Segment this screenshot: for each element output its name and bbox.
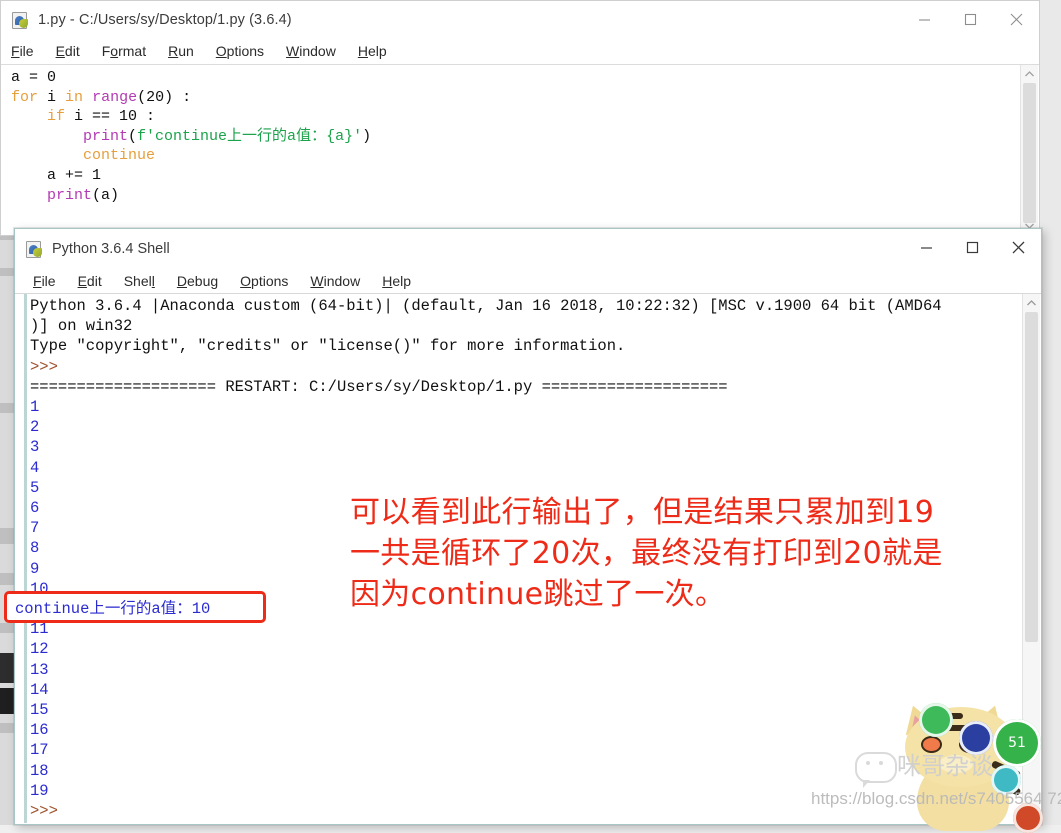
maximize-icon[interactable] xyxy=(949,229,995,266)
highlighted-output-text: continue上一行的a值：10 xyxy=(15,600,211,618)
code-line-6: a += 1 xyxy=(11,166,102,184)
minimize-icon[interactable] xyxy=(903,229,949,266)
shell-window-controls[interactable] xyxy=(903,229,1041,266)
scroll-up-icon[interactable] xyxy=(1023,294,1040,311)
code-line-1: a = 0 xyxy=(11,69,57,86)
maximize-icon[interactable] xyxy=(947,1,993,38)
editor-titlebar[interactable]: 1.py - C:/Users/sy/Desktop/1.py (3.6.4) xyxy=(1,1,1039,38)
shell-window-title: Python 3.6.4 Shell xyxy=(52,240,170,257)
shell-menu-options[interactable]: Options xyxy=(240,273,288,289)
editor-source-code[interactable]: a = 0 for i in range(20) : if i == 10 : … xyxy=(11,68,1004,205)
output-3: 3 xyxy=(30,438,40,457)
code-line-4: print(f'continue上一行的a值：{a}') xyxy=(83,127,372,145)
code-line-5: continue xyxy=(83,147,156,165)
shell-menu-help[interactable]: Help xyxy=(382,273,411,289)
editor-menubar[interactable]: File Edit Format Run Options Window Help xyxy=(1,38,1039,65)
output-16: 16 xyxy=(30,721,49,740)
output-2: 2 xyxy=(30,418,40,437)
close-icon[interactable] xyxy=(993,1,1039,38)
shell-scroll-thumb[interactable] xyxy=(1025,312,1038,642)
shell-menu-debug[interactable]: Debug xyxy=(177,273,218,289)
shell-menu-shell[interactable]: Shell xyxy=(124,273,155,289)
shell-menu-file[interactable]: File xyxy=(33,273,56,289)
shell-prompt-top: >>> xyxy=(30,357,58,376)
python-file-icon xyxy=(12,11,29,29)
python-shell-icon xyxy=(26,240,43,258)
code-line-3: if i == 10 : xyxy=(47,108,156,126)
menu-options[interactable]: Options xyxy=(216,43,264,59)
shell-restart-line: ==================== RESTART: C:/Users/s… xyxy=(30,377,728,396)
shell-banner-line-2: )] on win32 xyxy=(30,317,133,336)
menu-file[interactable]: File xyxy=(11,43,34,59)
editor-window-controls[interactable] xyxy=(901,1,1039,38)
shell-left-rule xyxy=(24,294,27,823)
output-7: 7 xyxy=(30,519,40,538)
code-line-7: print(a) xyxy=(47,186,120,204)
shell-banner-line-3: Type "copyright", "credits" or "license(… xyxy=(30,337,626,356)
scroll-down-icon[interactable] xyxy=(1023,806,1040,823)
output-14: 14 xyxy=(30,680,49,699)
shell-titlebar[interactable]: Python 3.6.4 Shell xyxy=(15,229,1041,268)
editor-vertical-scrollbar[interactable] xyxy=(1020,65,1038,234)
scroll-up-icon[interactable] xyxy=(1021,65,1038,82)
shell-menu-window[interactable]: Window xyxy=(310,273,360,289)
output-17: 17 xyxy=(30,741,49,760)
editor-window-behind-strip xyxy=(0,228,14,825)
output-18: 18 xyxy=(30,761,49,780)
menu-window[interactable]: Window xyxy=(286,43,336,59)
editor-scroll-thumb[interactable] xyxy=(1023,83,1036,223)
editor-text-area[interactable]: a = 0 for i in range(20) : if i == 10 : … xyxy=(2,65,1038,234)
shell-banner-line-1: Python 3.6.4 |Anaconda custom (64-bit)| … xyxy=(30,297,942,315)
output-5: 5 xyxy=(30,478,40,497)
code-line-2: for i in range(20) : xyxy=(11,88,192,106)
shell-prompt-bottom: >>> xyxy=(30,802,58,821)
menu-format[interactable]: Format xyxy=(102,43,146,59)
menu-help[interactable]: Help xyxy=(358,43,387,59)
output-1: 1 xyxy=(30,398,40,417)
output-13: 13 xyxy=(30,660,49,679)
menu-run[interactable]: Run xyxy=(168,43,194,59)
output-12: 12 xyxy=(30,640,49,659)
output-6: 6 xyxy=(30,499,40,518)
output-9: 9 xyxy=(30,559,40,578)
shell-menu-edit[interactable]: Edit xyxy=(78,273,102,289)
output-8: 8 xyxy=(30,539,40,558)
shell-vertical-scrollbar[interactable] xyxy=(1022,294,1040,823)
shell-menubar[interactable]: File Edit Shell Debug Options Window Hel… xyxy=(15,268,1041,294)
editor-window-title: 1.py - C:/Users/sy/Desktop/1.py (3.6.4) xyxy=(38,11,292,28)
close-icon[interactable] xyxy=(995,229,1041,266)
highlighted-output-box: continue上一行的a值：10 xyxy=(4,591,266,623)
red-annotation-text: 可以看到此行输出了，但是结果只累加到19 一共是循环了20次，最终没有打印到20… xyxy=(350,495,943,612)
minimize-icon[interactable] xyxy=(901,1,947,38)
menu-edit[interactable]: Edit xyxy=(56,43,80,59)
output-15: 15 xyxy=(30,701,49,720)
idle-editor-window[interactable]: 1.py - C:/Users/sy/Desktop/1.py (3.6.4) … xyxy=(0,0,1040,236)
output-19: 19 xyxy=(30,781,49,800)
output-4: 4 xyxy=(30,458,40,477)
